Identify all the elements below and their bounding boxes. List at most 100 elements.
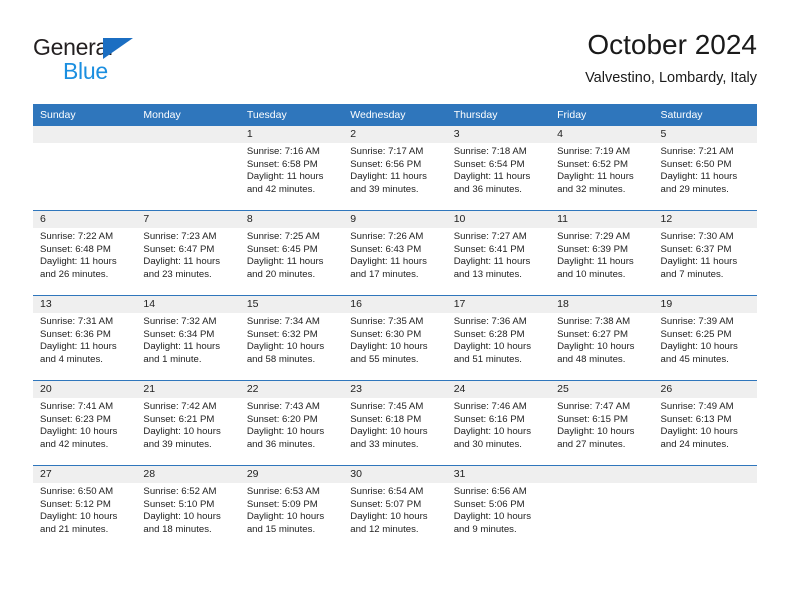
daylight-text-line2: and 18 minutes. [143,523,212,535]
calendar-day-cell[interactable]: 3 Sunrise: 7:18 AM Sunset: 6:54 PM Dayli… [446,126,551,211]
sunset-text: Sunset: 6:48 PM [40,243,111,255]
calendar-day-cell[interactable]: 20 Sunrise: 7:41 AM Sunset: 6:23 PM Dayl… [33,380,137,466]
calendar-day-cell[interactable]: 4 Sunrise: 7:19 AM Sunset: 6:52 PM Dayli… [550,126,654,211]
logo-triangle-icon [103,38,133,59]
calendar-day-cell[interactable]: 28 Sunrise: 6:52 AM Sunset: 5:10 PM Dayl… [136,465,240,550]
day-number [653,466,757,483]
calendar-week-row: 27 Sunrise: 6:50 AM Sunset: 5:12 PM Dayl… [33,465,757,550]
daylight-text-line2: and 9 minutes. [453,523,517,535]
daylight-text-line1: Daylight: 10 hours [143,426,221,437]
day-number: 11 [550,211,654,228]
sunrise-text: Sunrise: 7:16 AM [246,146,320,157]
daylight-text-line2: and 55 minutes. [350,353,419,365]
calendar-week-row: 6 Sunrise: 7:22 AM Sunset: 6:48 PM Dayli… [33,210,757,296]
daylight-text-line1: Daylight: 11 hours [246,256,324,267]
daylight-text-line1: Daylight: 11 hours [660,171,738,182]
day-details: Sunrise: 7:46 AM Sunset: 6:16 PM Dayligh… [447,398,550,451]
calendar-day-cell[interactable]: 9 Sunrise: 7:26 AM Sunset: 6:43 PM Dayli… [343,210,447,296]
calendar-day-cell[interactable]: 14 Sunrise: 7:32 AM Sunset: 6:34 PM Dayl… [136,295,240,381]
sunset-text: Sunset: 6:16 PM [453,413,525,425]
sunset-text: Sunset: 6:50 PM [660,158,732,170]
calendar-day-cell[interactable]: 29 Sunrise: 6:53 AM Sunset: 5:09 PM Dayl… [239,465,344,550]
calendar-day-cell[interactable]: 6 Sunrise: 7:22 AM Sunset: 6:48 PM Dayli… [33,210,137,296]
day-number: 21 [136,381,240,398]
calendar-day-cell[interactable]: 27 Sunrise: 6:50 AM Sunset: 5:12 PM Dayl… [33,465,137,550]
day-number: 12 [653,211,757,228]
calendar-day-cell[interactable]: 5 Sunrise: 7:21 AM Sunset: 6:50 PM Dayli… [653,126,757,211]
calendar-day-cell[interactable]: 26 Sunrise: 7:49 AM Sunset: 6:13 PM Dayl… [653,380,757,466]
calendar-day-cell[interactable]: 16 Sunrise: 7:35 AM Sunset: 6:30 PM Dayl… [343,295,447,381]
sunset-text: Sunset: 6:39 PM [557,243,629,255]
sunrise-text: Sunrise: 7:29 AM [557,231,631,242]
sunrise-text: Sunrise: 7:47 AM [557,401,631,412]
sunrise-text: Sunrise: 7:38 AM [557,316,631,327]
calendar-day-cell[interactable]: 17 Sunrise: 7:36 AM Sunset: 6:28 PM Dayl… [446,295,551,381]
sunrise-text: Sunrise: 7:31 AM [40,316,114,327]
calendar-day-cell[interactable] [33,126,137,211]
calendar-day-cell[interactable]: 2 Sunrise: 7:17 AM Sunset: 6:56 PM Dayli… [343,126,447,211]
day-details: Sunrise: 7:17 AM Sunset: 6:56 PM Dayligh… [343,143,446,196]
calendar-table: Sunday Monday Tuesday Wednesday Thursday… [33,104,757,550]
sunset-text: Sunset: 6:20 PM [246,413,318,425]
sunset-text: Sunset: 6:34 PM [143,328,215,340]
sunset-text: Sunset: 6:43 PM [350,243,422,255]
calendar-day-cell[interactable]: 22 Sunrise: 7:43 AM Sunset: 6:20 PM Dayl… [239,380,344,466]
calendar-day-cell[interactable]: 23 Sunrise: 7:45 AM Sunset: 6:18 PM Dayl… [343,380,447,466]
calendar-header-row: Sunday Monday Tuesday Wednesday Thursday… [33,104,757,126]
daylight-text-line2: and 30 minutes. [453,438,522,450]
calendar-day-cell[interactable]: 12 Sunrise: 7:30 AM Sunset: 6:37 PM Dayl… [653,210,757,296]
weekday-header-thursday: Thursday [446,104,551,126]
calendar-day-cell[interactable]: 21 Sunrise: 7:42 AM Sunset: 6:21 PM Dayl… [136,380,240,466]
calendar-day-cell[interactable]: 19 Sunrise: 7:39 AM Sunset: 6:25 PM Dayl… [653,295,757,381]
calendar-day-cell[interactable]: 8 Sunrise: 7:25 AM Sunset: 6:45 PM Dayli… [239,210,344,296]
daylight-text-line2: and 36 minutes. [246,438,316,450]
day-number: 19 [653,296,757,313]
daylight-text-line2: and 42 minutes. [40,438,109,450]
sunrise-text: Sunrise: 7:34 AM [246,316,320,327]
daylight-text-line2: and 39 minutes. [143,438,212,450]
daylight-text-line1: Daylight: 10 hours [660,341,738,352]
day-details: Sunrise: 7:22 AM Sunset: 6:48 PM Dayligh… [33,228,136,281]
calendar-day-cell[interactable]: 7 Sunrise: 7:23 AM Sunset: 6:47 PM Dayli… [136,210,240,296]
calendar-day-cell[interactable] [550,465,654,550]
sunrise-text: Sunrise: 7:30 AM [660,231,734,242]
sunset-text: Sunset: 5:07 PM [350,498,422,510]
calendar-day-cell[interactable]: 18 Sunrise: 7:38 AM Sunset: 6:27 PM Dayl… [550,295,654,381]
daylight-text-line2: and 58 minutes. [246,353,316,365]
daylight-text-line1: Daylight: 11 hours [40,256,117,267]
day-number: 28 [136,466,240,483]
calendar-day-cell[interactable]: 11 Sunrise: 7:29 AM Sunset: 6:39 PM Dayl… [550,210,654,296]
sunset-text: Sunset: 5:06 PM [453,498,525,510]
calendar-day-cell[interactable] [653,465,757,550]
day-number: 18 [550,296,654,313]
day-number: 23 [343,381,447,398]
daylight-text-line2: and 48 minutes. [557,353,626,365]
daylight-text-line2: and 13 minutes. [453,268,522,280]
sunset-text: Sunset: 6:30 PM [350,328,422,340]
day-details: Sunrise: 7:21 AM Sunset: 6:50 PM Dayligh… [654,143,757,196]
calendar-day-cell[interactable]: 31 Sunrise: 6:56 AM Sunset: 5:06 PM Dayl… [446,465,551,550]
day-number: 3 [446,126,551,143]
day-details: Sunrise: 6:53 AM Sunset: 5:09 PM Dayligh… [240,483,343,536]
calendar-day-cell[interactable]: 1 Sunrise: 7:16 AM Sunset: 6:58 PM Dayli… [239,126,344,211]
day-details: Sunrise: 7:31 AM Sunset: 6:36 PM Dayligh… [33,313,136,366]
calendar-day-cell[interactable]: 25 Sunrise: 7:47 AM Sunset: 6:15 PM Dayl… [550,380,654,466]
day-details: Sunrise: 7:27 AM Sunset: 6:41 PM Dayligh… [447,228,550,281]
sunset-text: Sunset: 6:47 PM [143,243,215,255]
sunrise-text: Sunrise: 6:56 AM [453,486,527,497]
calendar-day-cell[interactable] [136,126,240,211]
daylight-text-line2: and 29 minutes. [660,183,729,195]
day-details: Sunrise: 7:41 AM Sunset: 6:23 PM Dayligh… [33,398,136,451]
title-block: October 2024 Valvestino, Lombardy, Italy [585,28,757,88]
calendar-day-cell[interactable]: 30 Sunrise: 6:54 AM Sunset: 5:07 PM Dayl… [343,465,447,550]
daylight-text-line2: and 15 minutes. [246,523,316,535]
calendar-day-cell[interactable]: 13 Sunrise: 7:31 AM Sunset: 6:36 PM Dayl… [33,295,137,381]
sunrise-text: Sunrise: 7:25 AM [246,231,320,242]
calendar-day-cell[interactable]: 15 Sunrise: 7:34 AM Sunset: 6:32 PM Dayl… [239,295,344,381]
calendar-week-row: 20 Sunrise: 7:41 AM Sunset: 6:23 PM Dayl… [33,380,757,466]
sunrise-text: Sunrise: 6:54 AM [350,486,424,497]
sunset-text: Sunset: 6:28 PM [453,328,525,340]
calendar-day-cell[interactable]: 24 Sunrise: 7:46 AM Sunset: 6:16 PM Dayl… [446,380,551,466]
calendar-day-cell[interactable]: 10 Sunrise: 7:27 AM Sunset: 6:41 PM Dayl… [446,210,551,296]
daylight-text-line1: Daylight: 10 hours [557,341,635,352]
